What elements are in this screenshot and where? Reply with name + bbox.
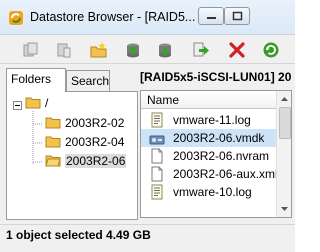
- tree-item-label: 2003R2-06: [65, 154, 127, 168]
- datastore-path: [RAID5x5-iSCSI-LUN01] 20: [140, 70, 292, 84]
- copy-icon[interactable]: [22, 41, 40, 59]
- list-item[interactable]: vmware-10.log: [141, 183, 276, 201]
- tree-item-label: 2003R2-02: [65, 116, 125, 130]
- upload-icon[interactable]: [124, 41, 142, 59]
- vertical-scrollbar[interactable]: [276, 91, 291, 217]
- folder-tree[interactable]: / 2003R2-02 2003R2-04 2003R2-06: [6, 91, 138, 220]
- title-bar[interactable]: Datastore Browser - [RAID5...: [0, 0, 295, 35]
- toolbar: [0, 35, 295, 64]
- window-title: Datastore Browser - [RAID5...: [30, 10, 196, 24]
- scroll-down-icon[interactable]: [280, 204, 289, 213]
- tree-item-folder[interactable]: 2003R2-02: [39, 115, 137, 131]
- file-icon: [149, 166, 165, 182]
- maximize-icon: [232, 11, 243, 21]
- download-icon[interactable]: [156, 41, 174, 59]
- datastore-browser-window: Datastore Browser - [RAID5... Folders Se…: [0, 0, 295, 252]
- move-icon[interactable]: [192, 41, 210, 59]
- paste-icon[interactable]: [55, 41, 73, 59]
- list-item-selected[interactable]: 2003R2-06.vmdk: [141, 129, 276, 147]
- file-name: vmware-10.log: [173, 185, 252, 199]
- file-list[interactable]: Name vmware-11.log 2003R2-06.vmdk 2003R2…: [140, 90, 292, 218]
- tree-item-folder[interactable]: 2003R2-04: [39, 134, 137, 150]
- refresh-icon[interactable]: [262, 41, 280, 59]
- log-file-icon: [149, 184, 165, 200]
- file-name: 2003R2-06-aux.xml: [173, 167, 278, 181]
- tree-item-folder-selected[interactable]: 2003R2-06: [39, 153, 137, 169]
- minimize-button[interactable]: [198, 7, 224, 25]
- file-name: 2003R2-06.nvram: [173, 149, 270, 163]
- file-name: vmware-11.log: [173, 113, 251, 127]
- file-name: 2003R2-06.vmdk: [173, 131, 265, 145]
- minimize-icon: [207, 17, 216, 19]
- tree-item-label: 2003R2-04: [65, 135, 125, 149]
- status-bar: 1 object selected 4.49 GB: [0, 224, 295, 252]
- folder-pane: Folders Search / 2003R2-02 2003R2-04 200…: [6, 68, 138, 220]
- maximize-button[interactable]: [224, 7, 250, 25]
- delete-icon[interactable]: [228, 41, 246, 59]
- scroll-up-icon[interactable]: [280, 95, 289, 104]
- list-item[interactable]: 2003R2-06.nvram: [141, 147, 276, 165]
- list-item[interactable]: 2003R2-06-aux.xml: [141, 165, 278, 183]
- log-file-icon: [149, 112, 165, 128]
- file-icon: [149, 148, 165, 164]
- scrollbar-thumb[interactable]: [279, 107, 291, 139]
- tab-folders[interactable]: Folders: [6, 68, 66, 92]
- virtual-disk-icon: [149, 130, 165, 146]
- list-item[interactable]: vmware-11.log: [141, 111, 276, 129]
- column-header-name[interactable]: Name: [141, 91, 276, 109]
- folder-icon: [45, 115, 61, 132]
- new-folder-icon[interactable]: [90, 41, 108, 59]
- folder-icon: [45, 134, 61, 151]
- tab-search[interactable]: Search: [66, 70, 110, 92]
- app-icon: [8, 10, 24, 26]
- folder-open-icon: [45, 153, 61, 170]
